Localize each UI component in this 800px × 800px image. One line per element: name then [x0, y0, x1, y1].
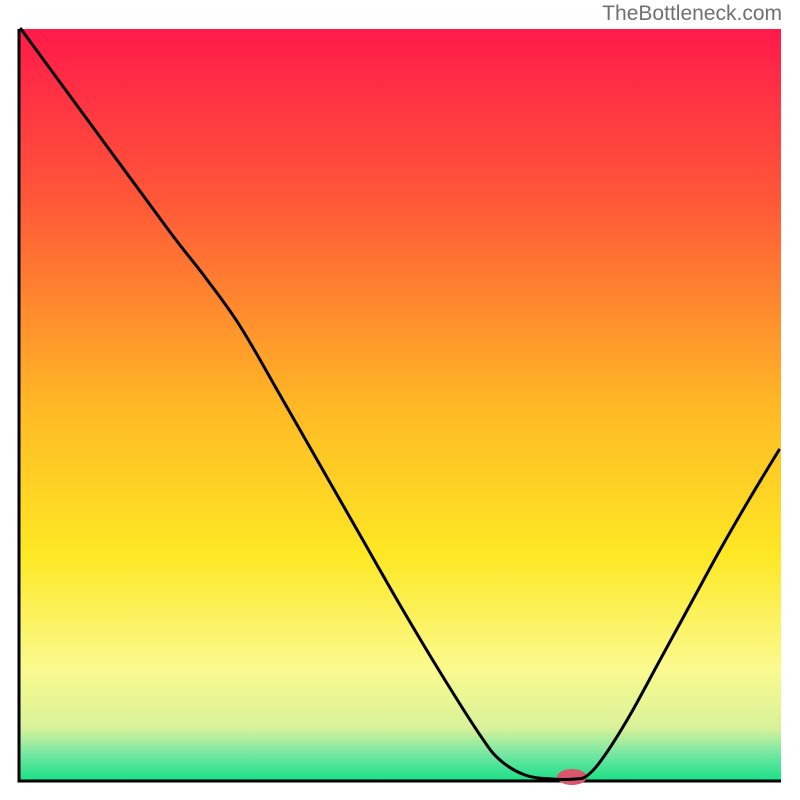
watermark-text: TheBottleneck.com — [602, 2, 782, 26]
chart-container: TheBottleneck.com — [0, 0, 800, 800]
bottleneck-chart — [0, 0, 800, 800]
chart-background — [19, 29, 781, 781]
